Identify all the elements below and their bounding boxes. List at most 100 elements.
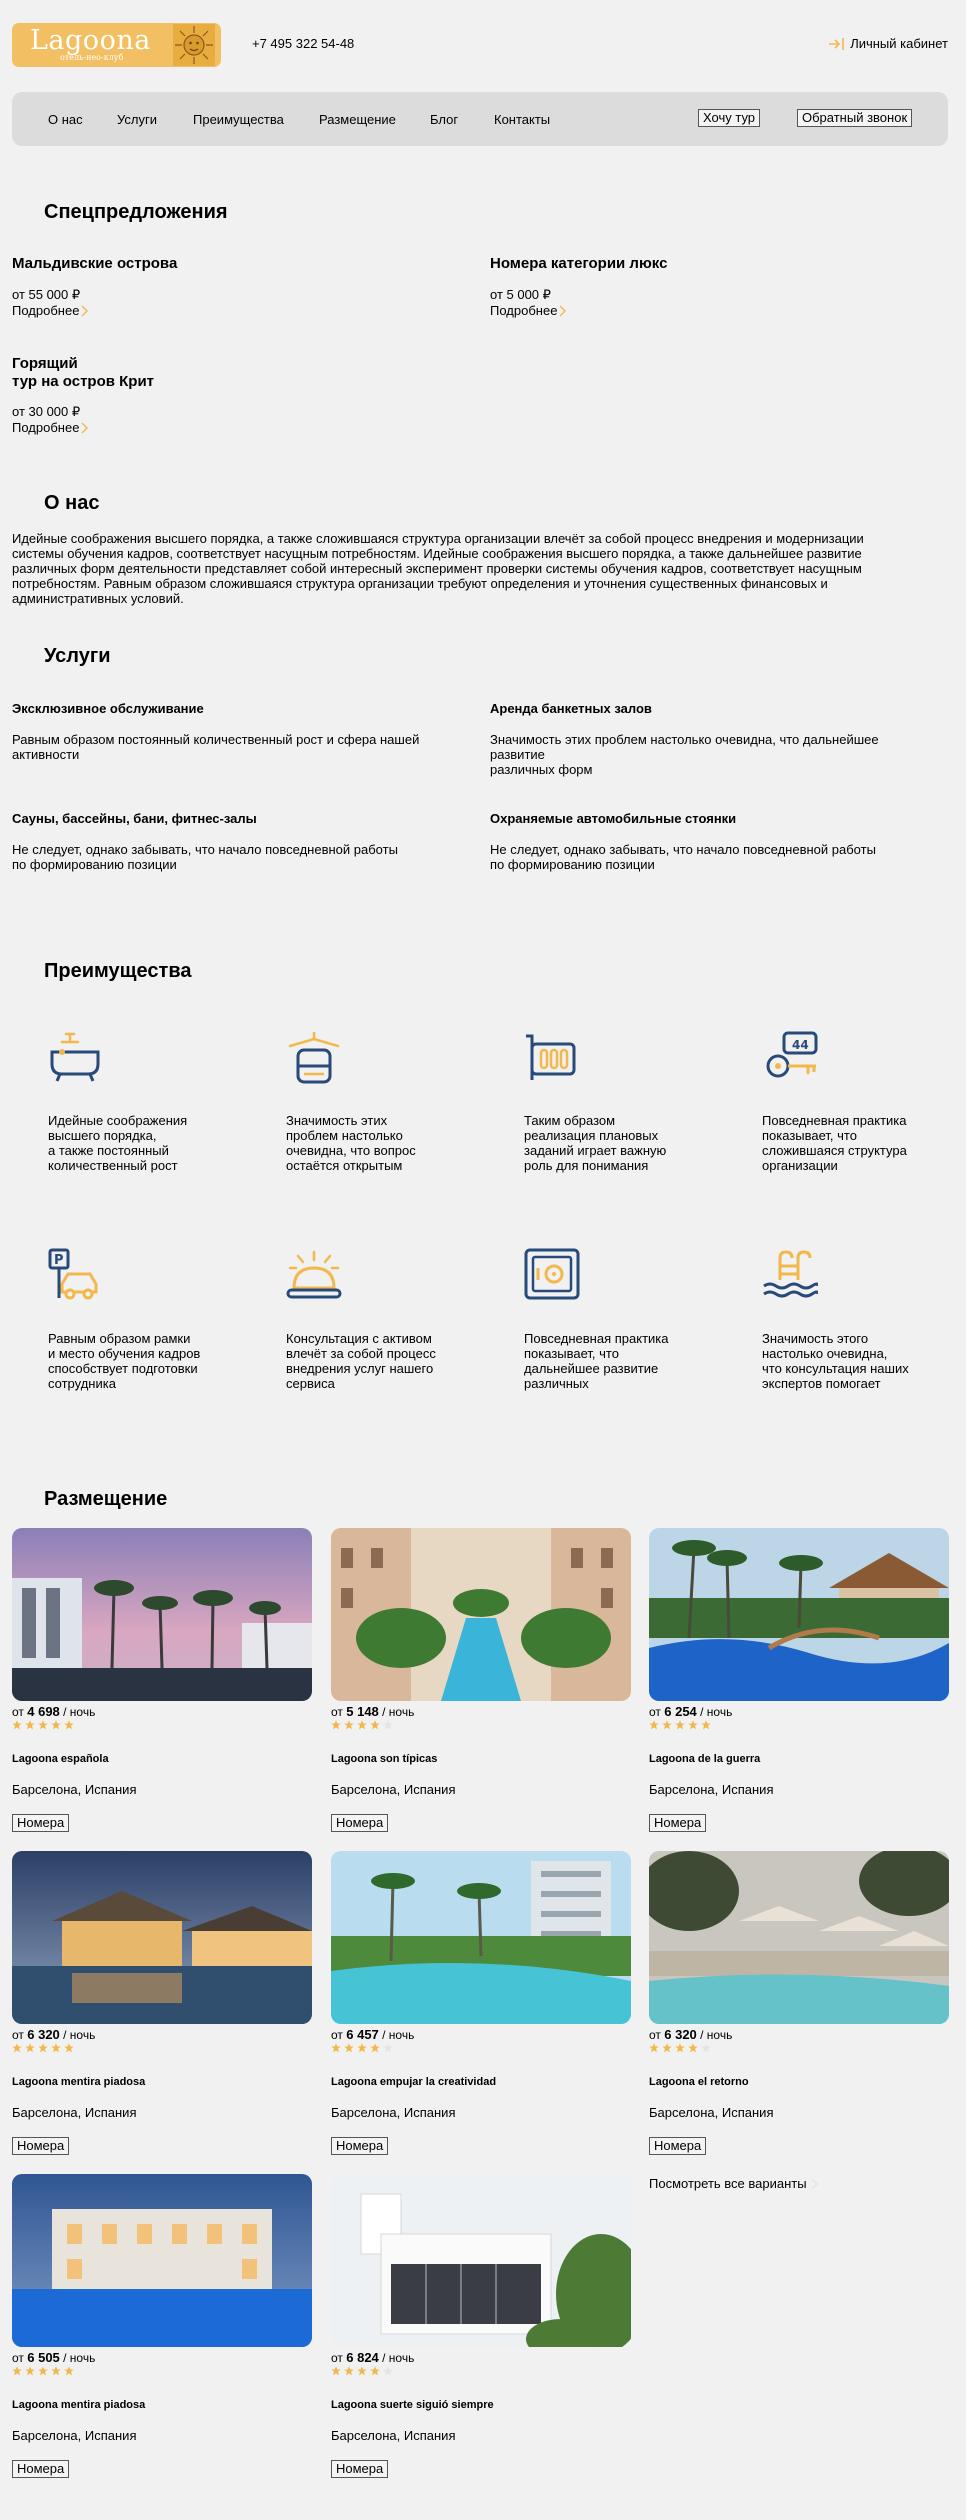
rooms-button[interactable]: Номера bbox=[331, 2460, 389, 2478]
service-text-line: Равным образом постоянный количественный… bbox=[12, 732, 420, 747]
logo[interactable]: Lagoona отель-нео-клуб bbox=[12, 23, 221, 67]
rating bbox=[331, 1720, 631, 1730]
star-icon bbox=[688, 1720, 698, 1730]
advantage-text-line: различных bbox=[524, 1376, 589, 1391]
hotel-photo[interactable] bbox=[649, 1851, 949, 2024]
service-text-line: Не следует, однако забывать, что начало … bbox=[12, 842, 398, 857]
advantage-text: Идейные соображения высшего порядка, а т… bbox=[48, 1113, 208, 1173]
advantage-text: Значимость этих проблем настолько очевид… bbox=[286, 1113, 446, 1173]
hotel-location: Барселона, Испания bbox=[12, 1782, 137, 1797]
callback-button[interactable]: Обратный звонок bbox=[797, 109, 913, 127]
svg-text:44: 44 bbox=[792, 1038, 809, 1052]
rooms-button[interactable]: Номера bbox=[12, 2460, 70, 2478]
advantage-text-line: высшего порядка, bbox=[48, 1128, 157, 1143]
see-all-label: Посмотреть все варианты bbox=[649, 2176, 807, 2191]
rating bbox=[12, 2043, 312, 2053]
advantage-item: Повседневная практика показывает, что да… bbox=[524, 1248, 684, 1391]
advantage-text-line: дальнейшее развитие bbox=[524, 1361, 659, 1376]
price-row: от 6 457 / ночь bbox=[331, 2027, 631, 2042]
hotel-photo[interactable] bbox=[12, 1528, 312, 1701]
star-icon bbox=[25, 1720, 35, 1730]
nav-item-contacts[interactable]: Контакты bbox=[494, 112, 550, 127]
nav-item-placement[interactable]: Размещение bbox=[319, 112, 396, 127]
see-all-link[interactable]: Посмотреть все варианты bbox=[649, 2176, 818, 2191]
star-icon bbox=[64, 2043, 74, 2053]
price-prefix: от bbox=[649, 2028, 661, 2042]
rating bbox=[331, 2366, 631, 2376]
star-icon bbox=[357, 2366, 367, 2376]
advantage-text-line: что консультация наших bbox=[762, 1361, 909, 1376]
hotel-photo[interactable] bbox=[649, 1528, 949, 1701]
price-row: от 4 698 / ночь bbox=[12, 1704, 312, 1719]
offer-title: Горящий тур на остров Крит bbox=[12, 355, 154, 391]
star-icon bbox=[357, 1720, 367, 1730]
star-icon bbox=[331, 2043, 341, 2053]
star-icon bbox=[649, 1720, 659, 1730]
advantage-text-line: сервиса bbox=[286, 1376, 335, 1391]
advantage-text-line: а также постоянный bbox=[48, 1143, 169, 1158]
placement-title: Размещение bbox=[44, 1488, 168, 1510]
advantage-item: Консультация с активом влечёт за собой п… bbox=[286, 1248, 446, 1391]
price-value: 6 505 bbox=[27, 2350, 60, 2365]
service-text-line: различных форм bbox=[490, 762, 593, 777]
service-text: Равным образом постоянный количественный… bbox=[12, 732, 432, 762]
advantage-item: Идейные соображения высшего порядка, а т… bbox=[48, 1030, 208, 1173]
rooms-button[interactable]: Номера bbox=[331, 1814, 389, 1832]
offer-more-link[interactable]: Подробнее bbox=[490, 303, 567, 318]
offer-more-link[interactable]: Подробнее bbox=[12, 420, 89, 435]
price-value: 6 457 bbox=[346, 2027, 379, 2042]
star-icon bbox=[25, 2366, 35, 2376]
star-icon bbox=[662, 2043, 672, 2053]
star-icon bbox=[370, 2043, 380, 2053]
advantage-item: Значимость этих проблем настолько очевид… bbox=[286, 1030, 446, 1173]
hotel-photo[interactable] bbox=[12, 1851, 312, 2024]
hotel-name: Lagoona de la guerra bbox=[649, 1753, 761, 1765]
price-value: 5 148 bbox=[346, 1704, 379, 1719]
service-text-line: активности bbox=[12, 747, 80, 762]
advantage-text-line: экспертов помогает bbox=[762, 1376, 881, 1391]
star-icon bbox=[383, 1720, 393, 1730]
rooms-button[interactable]: Номера bbox=[649, 1814, 707, 1832]
rooms-button[interactable]: Номера bbox=[12, 2137, 70, 2155]
price-prefix: от bbox=[331, 2351, 343, 2365]
offer-title-line: тур на остров Крит bbox=[12, 373, 155, 390]
rooms-button[interactable]: Номера bbox=[331, 2137, 389, 2155]
service-text: Не следует, однако забывать, что начало … bbox=[490, 842, 910, 872]
star-icon bbox=[12, 2043, 22, 2053]
advantage-text-line: сотрудника bbox=[48, 1376, 116, 1391]
service-title: Эксклюзивное обслуживание bbox=[12, 701, 204, 716]
hotel-photo[interactable] bbox=[331, 1528, 631, 1701]
nav-item-advantages[interactable]: Преимущества bbox=[193, 112, 284, 127]
price-value: 6 320 bbox=[27, 2027, 60, 2042]
personal-account-link[interactable]: Личный кабинет bbox=[828, 36, 948, 51]
advantage-text-line: Таким образом bbox=[524, 1113, 616, 1128]
price-prefix: от bbox=[331, 2028, 343, 2042]
price-unit: / ночь bbox=[63, 2351, 96, 2365]
rooms-button[interactable]: Номера bbox=[12, 1814, 70, 1832]
offer-more-link[interactable]: Подробнее bbox=[12, 303, 89, 318]
room-service-icon bbox=[286, 1250, 342, 1299]
rating bbox=[12, 1720, 312, 1730]
rating bbox=[649, 1720, 949, 1730]
service-text-line: Не следует, однако забывать, что начало … bbox=[490, 842, 876, 857]
phone-number[interactable]: +7 495 322 54-48 bbox=[252, 36, 354, 51]
hotel-photo[interactable] bbox=[331, 2174, 631, 2347]
want-tour-button[interactable]: Хочу тур bbox=[698, 109, 761, 127]
advantage-text: Повседневная практика показывает, что сл… bbox=[762, 1113, 922, 1173]
advantage-text-line: способствует подготовки bbox=[48, 1361, 198, 1376]
advantages-title: Преимущества bbox=[44, 960, 192, 982]
price-row: от 6 824 / ночь bbox=[331, 2350, 631, 2365]
price-value: 6 320 bbox=[664, 2027, 697, 2042]
nav-item-blog[interactable]: Блог bbox=[430, 112, 458, 127]
main-nav: О нас Услуги Преимущества Размещение Бло… bbox=[12, 92, 948, 146]
nav-item-about[interactable]: О нас bbox=[48, 112, 83, 127]
hotel-location: Барселона, Испания bbox=[331, 2105, 456, 2120]
hotel-name: Lagoona mentira piadosa bbox=[12, 2076, 146, 2088]
advantage-text-line: остаётся открытым bbox=[286, 1158, 403, 1173]
offer-price: от 55 000 ₽ bbox=[12, 287, 81, 302]
rooms-button[interactable]: Номера bbox=[649, 2137, 707, 2155]
nav-item-services[interactable]: Услуги bbox=[117, 112, 157, 127]
hotel-photo[interactable] bbox=[12, 2174, 312, 2347]
hotel-photo[interactable] bbox=[331, 1851, 631, 2024]
offer-title: Мальдивские острова bbox=[12, 255, 178, 272]
